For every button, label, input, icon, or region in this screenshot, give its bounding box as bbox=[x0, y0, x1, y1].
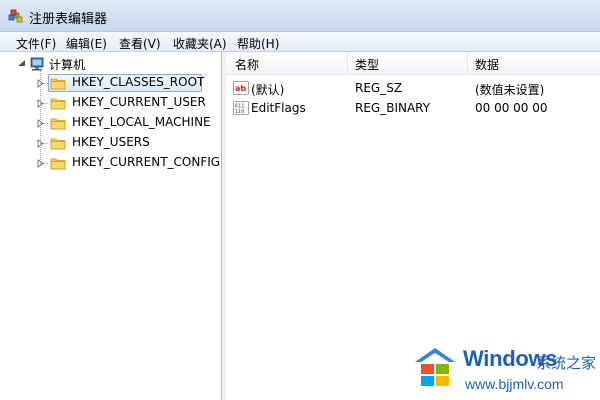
svg-text:110: 110 bbox=[235, 109, 245, 115]
collapsed-triangle-icon[interactable] bbox=[36, 79, 45, 88]
menu-view[interactable]: 查看(V) bbox=[119, 35, 161, 52]
column-header-data[interactable]: 数据 bbox=[468, 52, 600, 74]
tree-item-label: HKEY_CURRENT_CONFIG bbox=[72, 155, 221, 169]
window-title: 注册表编辑器 bbox=[29, 12, 108, 27]
svg-text:ab: ab bbox=[235, 84, 246, 93]
menu-help[interactable]: 帮助(H) bbox=[237, 35, 279, 52]
tree-item-hkey-current-config[interactable]: HKEY_CURRENT_CONFIG bbox=[36, 153, 220, 173]
menu-bar: 文件(F) 编辑(E) 查看(V) 收藏夹(A) 帮助(H) bbox=[0, 32, 600, 52]
windows-logo-icon bbox=[415, 348, 455, 386]
value-name: (默认) bbox=[251, 83, 285, 97]
value-name: EditFlags bbox=[251, 101, 306, 115]
column-header-name[interactable]: 名称 bbox=[226, 52, 348, 74]
menu-edit[interactable]: 编辑(E) bbox=[66, 35, 107, 52]
value-type: REG_BINARY bbox=[355, 101, 431, 115]
tree-item-hkey-current-user[interactable]: HKEY_CURRENT_USER bbox=[36, 93, 220, 113]
value-data: (数值未设置) bbox=[475, 83, 545, 97]
collapsed-triangle-icon[interactable] bbox=[36, 159, 45, 168]
binary-value-icon: 011 110 bbox=[233, 101, 249, 115]
column-header-type[interactable]: 类型 bbox=[348, 52, 468, 74]
regedit-icon bbox=[8, 9, 23, 23]
folder-icon bbox=[50, 158, 66, 170]
string-value-icon: ab bbox=[233, 81, 249, 95]
value-type: REG_SZ bbox=[355, 81, 403, 95]
table-row[interactable]: 011 110 EditFlags REG_BINARY 00 00 00 00 bbox=[226, 98, 600, 118]
computer-icon bbox=[30, 57, 44, 71]
collapsed-triangle-icon[interactable] bbox=[36, 139, 45, 148]
folder-icon bbox=[50, 118, 66, 130]
tree-item-label: HKEY_CURRENT_USER bbox=[72, 95, 206, 109]
folder-icon bbox=[50, 98, 66, 110]
value-data: 00 00 00 00 bbox=[475, 101, 548, 115]
collapsed-triangle-icon[interactable] bbox=[36, 119, 45, 128]
watermark-brand-cn: 系统之家 bbox=[536, 354, 597, 372]
folder-icon bbox=[50, 138, 66, 150]
tree-item-hkey-local-machine[interactable]: HKEY_LOCAL_MACHINE bbox=[36, 113, 220, 133]
menu-file[interactable]: 文件(F) bbox=[16, 35, 56, 52]
watermark: Windows 系统之家 www.bjjmlv.com bbox=[410, 340, 600, 400]
folder-icon bbox=[50, 78, 66, 90]
expanded-triangle-icon[interactable] bbox=[17, 59, 26, 68]
header-divider bbox=[226, 74, 600, 75]
tree-item-hkey-users[interactable]: HKEY_USERS bbox=[36, 133, 220, 153]
tree-item-computer[interactable]: 计算机 bbox=[16, 54, 216, 74]
tree-item-label: HKEY_USERS bbox=[72, 135, 150, 149]
table-row[interactable]: ab (默认) REG_SZ (数值未设置) bbox=[226, 78, 600, 98]
tree-item-label: HKEY_CLASSES_ROOT bbox=[72, 75, 205, 89]
menu-favorites[interactable]: 收藏夹(A) bbox=[173, 35, 227, 52]
tree-item-label: HKEY_LOCAL_MACHINE bbox=[72, 115, 211, 129]
tree-item-label: 计算机 bbox=[49, 58, 86, 72]
collapsed-triangle-icon[interactable] bbox=[36, 99, 45, 108]
tree-item-hkey-classes-root[interactable]: HKEY_CLASSES_ROOT bbox=[36, 73, 220, 93]
watermark-url: www.bjjmlv.com bbox=[465, 376, 564, 392]
title-bar[interactable]: 注册表编辑器 bbox=[0, 0, 600, 32]
